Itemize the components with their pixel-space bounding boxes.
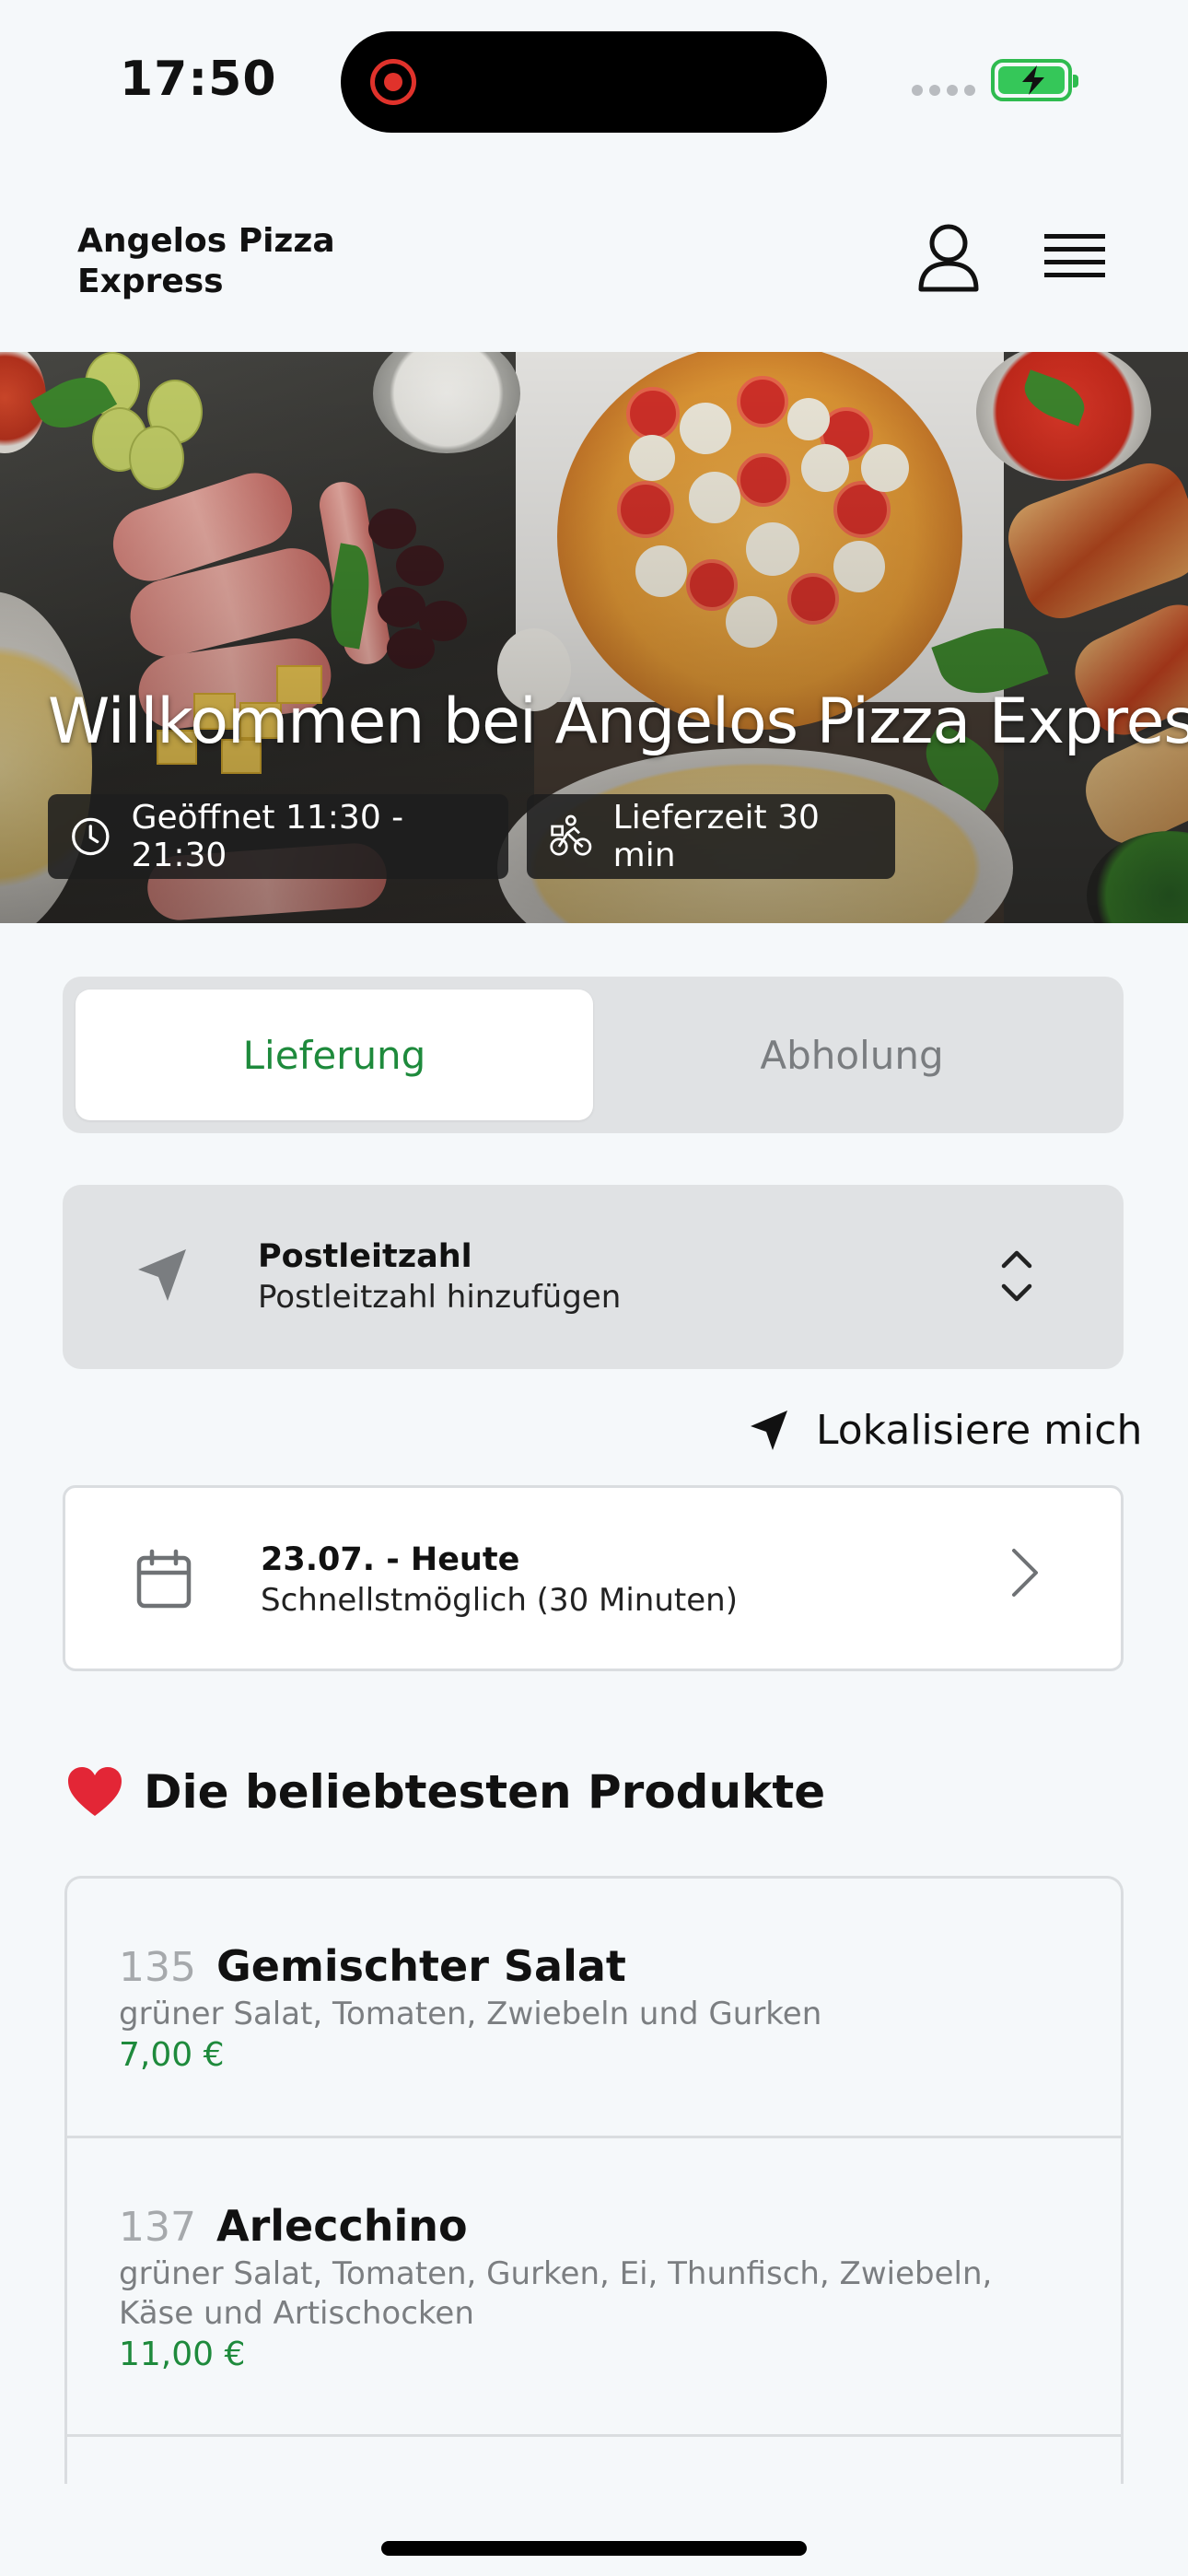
product-item[interactable]: 135 Gemischter Salat grüner Salat, Tomat… <box>67 1879 1121 2138</box>
tab-delivery[interactable]: Lieferung <box>76 989 593 1120</box>
hero-banner: Willkommen bei Angelos Pizza Express Geö… <box>0 352 1188 923</box>
product-price: 11,00 € <box>119 2336 246 2373</box>
product-name: Arlecchino <box>215 2201 468 2251</box>
postcode-selector[interactable]: Postleitzahl Postleitzahl hinzufügen <box>63 1185 1124 1369</box>
hamburger-menu-icon[interactable] <box>1044 230 1105 286</box>
postcode-placeholder: Postleitzahl hinzufügen <box>258 1279 622 1316</box>
product-number: 135 <box>119 1944 196 1991</box>
status-bar: 17:50 <box>0 0 1188 166</box>
product-price: 7,00 € <box>119 2036 225 2074</box>
brand-name[interactable]: Angelos Pizza Express <box>77 221 381 302</box>
status-time: 17:50 <box>120 52 277 107</box>
dynamic-island <box>341 31 827 133</box>
order-type-toggle: Lieferung Abholung <box>63 977 1124 1133</box>
locate-me-button[interactable]: Lokalisiere mich <box>748 1400 1142 1459</box>
recording-icon <box>370 59 416 105</box>
battery-charging-icon <box>991 59 1078 101</box>
location-arrow-icon <box>138 1249 186 1301</box>
popular-products-heading: Die beliebtesten Produkte <box>66 1765 825 1819</box>
product-description: grüner Salat, Tomaten, Gurken, Ei, Thunf… <box>119 2255 993 2332</box>
user-account-icon[interactable] <box>915 223 982 293</box>
chevron-up-down-icon <box>1001 1250 1032 1302</box>
date-title: 23.07. - Heute <box>261 1541 520 1578</box>
heart-icon <box>68 1767 122 1816</box>
product-description: grüner Salat, Tomaten, Zwiebeln und Gurk… <box>119 1996 822 2032</box>
product-number: 137 <box>119 2204 196 2251</box>
delivery-date-selector[interactable]: 23.07. - Heute Schnellstmöglich (30 Minu… <box>63 1485 1124 1671</box>
product-list: 135 Gemischter Salat grüner Salat, Tomat… <box>64 1876 1124 2484</box>
locate-me-label: Lokalisiere mich <box>816 1406 1143 1454</box>
clock-icon <box>72 817 110 856</box>
hero-title: Willkommen bei Angelos Pizza Express <box>48 685 1188 758</box>
opening-hours-badge: Geöffnet 11:30 - 21:30 <box>48 794 508 879</box>
chevron-right-icon <box>1012 1549 1038 1597</box>
delivery-time-badge: Lieferzeit 30 min <box>527 794 895 879</box>
bike-courier-icon <box>550 814 592 856</box>
home-indicator[interactable] <box>381 2541 807 2556</box>
opening-hours-text: Geöffnet 11:30 - 21:30 <box>131 799 404 874</box>
product-item[interactable]: 137 Arlecchino grüner Salat, Tomaten, Gu… <box>67 2138 1121 2437</box>
signal-dots-icon <box>912 85 975 96</box>
calendar-icon <box>136 1549 192 1609</box>
app-header: Angelos Pizza Express <box>0 166 1188 352</box>
product-name: Gemischter Salat <box>215 1941 626 1991</box>
section-title-text: Die beliebtesten Produkte <box>144 1765 826 1819</box>
date-subtitle: Schnellstmöglich (30 Minuten) <box>261 1582 738 1619</box>
delivery-time-text: Lieferzeit 30 min <box>612 799 820 874</box>
postcode-label: Postleitzahl <box>258 1238 472 1275</box>
location-arrow-icon <box>751 1411 787 1450</box>
tab-pickup[interactable]: Abholung <box>593 989 1111 1120</box>
